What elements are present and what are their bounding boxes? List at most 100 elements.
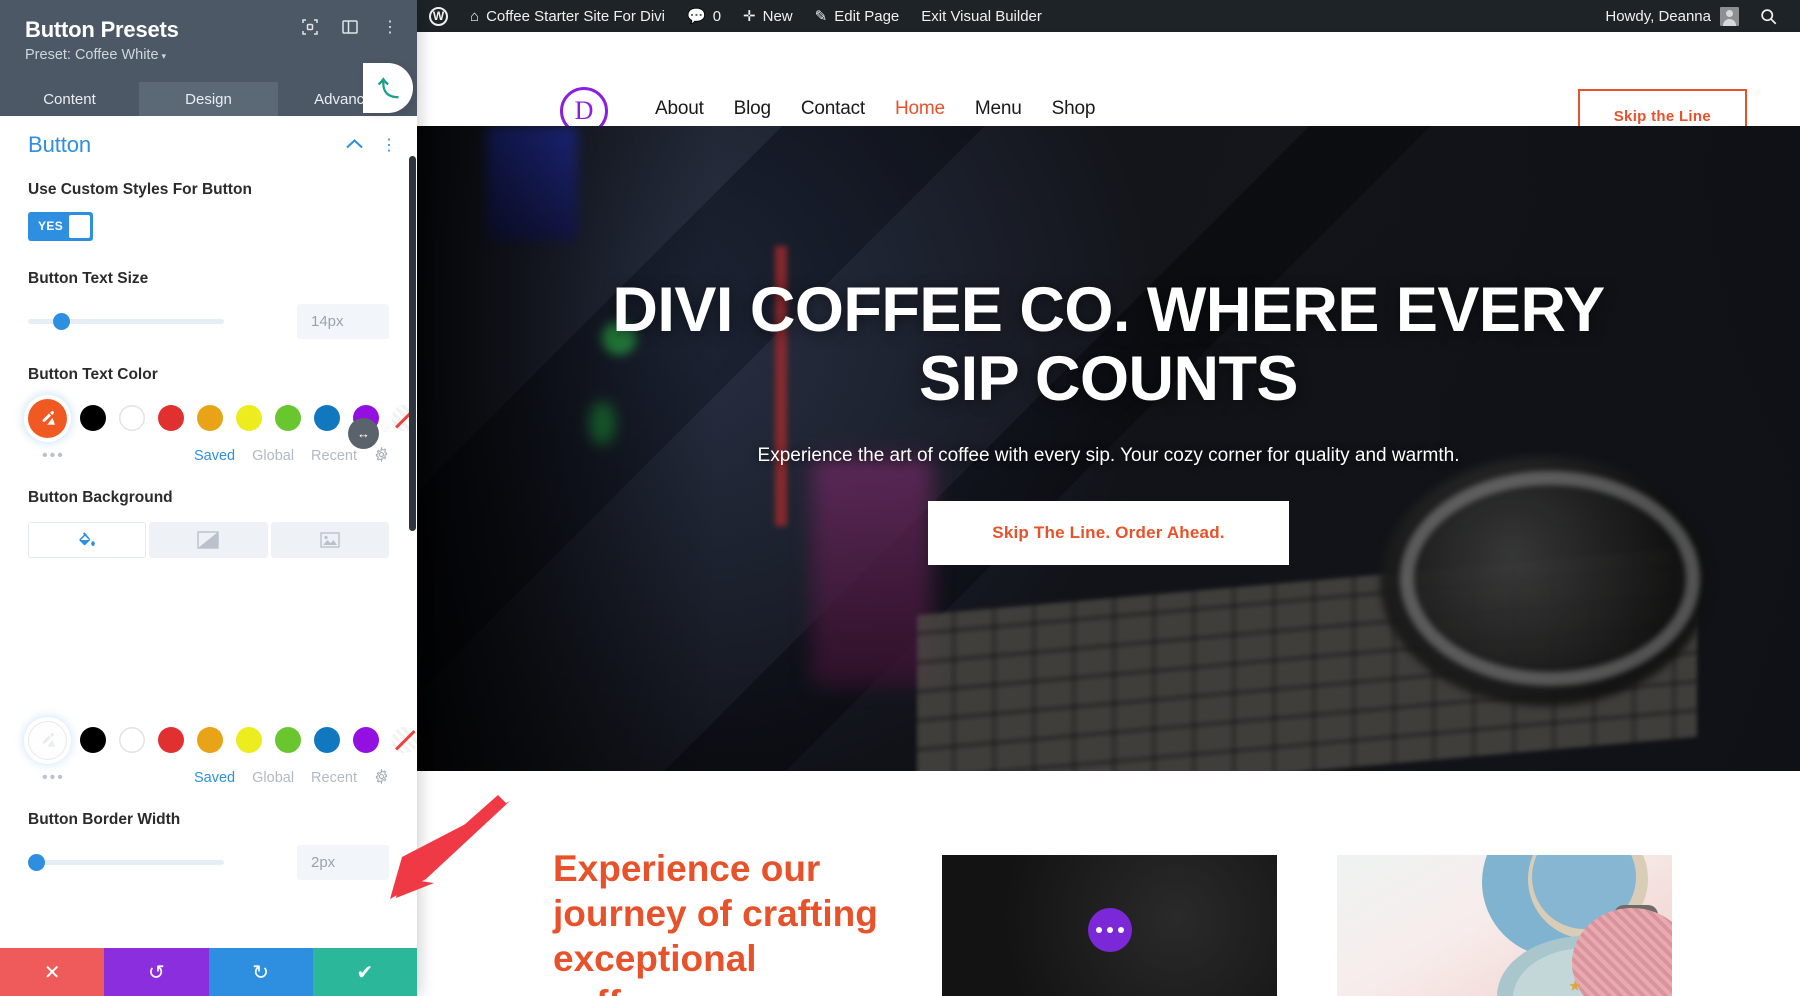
swatch-tab-global[interactable]: Global xyxy=(252,448,294,464)
wordpress-logo-icon: W xyxy=(429,6,448,26)
chevron-down-icon: ▾ xyxy=(161,51,167,61)
swatch-tab-recent[interactable]: Recent xyxy=(311,448,357,464)
panel-scrollbar-thumb[interactable] xyxy=(409,156,416,531)
new-content-menu[interactable]: ✛ New xyxy=(732,0,804,32)
nav-item-contact[interactable]: Contact xyxy=(786,94,880,124)
divi-builder-toggle[interactable]: ⤴ xyxy=(363,63,413,113)
slider-knob[interactable] xyxy=(28,853,45,871)
hero-heading: DIVI COFFEE CO. WHERE EVERY SIP COUNTS xyxy=(612,275,1605,415)
swatch-blue[interactable] xyxy=(314,405,340,432)
swatch-green[interactable] xyxy=(275,727,301,754)
journey-heading: Experience our journey of crafting excep… xyxy=(553,848,878,996)
swatch-tab-saved[interactable]: Saved xyxy=(194,448,235,464)
tab-content[interactable]: Content xyxy=(0,82,139,116)
preset-selector[interactable]: Preset: Coffee White ▾ xyxy=(25,47,166,63)
swatch-tab-global[interactable]: Global xyxy=(252,770,294,786)
hero-section: DIVI COFFEE CO. WHERE EVERY SIP COUNTS E… xyxy=(417,126,1800,771)
nav-item-shop[interactable]: Shop xyxy=(1037,94,1111,124)
button-section-header: Button ⋮ xyxy=(0,116,417,158)
tab-design[interactable]: Design xyxy=(139,82,278,116)
color-picker-icon[interactable] xyxy=(28,398,67,438)
swatch-orange[interactable] xyxy=(197,405,223,432)
toggle-knob xyxy=(69,214,90,238)
screen: W ⌂ Coffee Starter Site For Divi 💬 0 ✛ N… xyxy=(0,0,1800,996)
wp-logo-menu[interactable]: W xyxy=(418,0,459,32)
search-icon[interactable] xyxy=(1749,8,1788,25)
new-label: New xyxy=(762,7,793,25)
panel-resize-handle[interactable]: ↔ xyxy=(348,418,379,449)
field-button-text-color: Button Text Color ••• Saved Global Recen… xyxy=(0,365,417,466)
text-size-value-input[interactable]: 14px xyxy=(297,303,389,339)
field-label: Button Text Size xyxy=(28,269,149,287)
gradient-tab[interactable] xyxy=(149,521,268,558)
nav-item-about[interactable]: About xyxy=(640,94,719,124)
hero-cta-button[interactable]: Skip The Line. Order Ahead. xyxy=(928,500,1289,565)
swatch-more-icon[interactable]: ••• xyxy=(28,769,65,787)
nav-item-menu[interactable]: Menu xyxy=(960,94,1037,124)
discard-button[interactable]: ✕ xyxy=(0,948,105,996)
panel-body: Button ⋮ Use Custom Styles For Button YE… xyxy=(0,116,417,946)
swatch-white[interactable] xyxy=(119,405,145,432)
border-color-swatches xyxy=(28,720,417,760)
loading-dots-icon[interactable] xyxy=(1087,908,1132,952)
color-picker-icon[interactable] xyxy=(28,720,67,760)
swatch-red[interactable] xyxy=(158,727,184,754)
layout-columns-icon[interactable] xyxy=(341,18,359,36)
comment-bubble-icon: 💬 xyxy=(687,8,706,25)
video-card[interactable] xyxy=(942,855,1277,996)
undo-button[interactable]: ↺ xyxy=(104,948,209,996)
edit-page-menu[interactable]: ✎ Edit Page xyxy=(804,0,911,32)
swatch-black[interactable] xyxy=(80,405,106,432)
field-button-border-width: Button Border Width 2px xyxy=(0,810,417,880)
nav-item-home[interactable]: Home xyxy=(880,94,960,124)
swatch-yellow[interactable] xyxy=(236,405,262,432)
field-label: Button Border Width xyxy=(28,810,181,828)
swatch-more-icon[interactable]: ••• xyxy=(28,447,65,465)
toggle-value: YES xyxy=(38,219,64,234)
color-fill-tab[interactable] xyxy=(28,521,147,558)
plus-icon: ✛ xyxy=(743,8,756,25)
slider-knob[interactable] xyxy=(53,312,70,330)
exit-visual-builder-menu[interactable]: Exit Visual Builder xyxy=(910,0,1053,32)
section-title: Button xyxy=(28,132,92,157)
nav-item-blog[interactable]: Blog xyxy=(719,94,786,124)
field-label: Button Background xyxy=(28,488,173,506)
dashboard-icon: ⌂ xyxy=(470,7,480,25)
swatch-black[interactable] xyxy=(80,727,106,754)
chevron-up-icon[interactable] xyxy=(346,136,363,154)
swatch-tab-recent[interactable]: Recent xyxy=(311,770,357,786)
primary-navigation: About Blog Contact Home Menu Shop xyxy=(640,94,1110,124)
swatch-blue[interactable] xyxy=(314,727,340,754)
account-menu[interactable]: Howdy, Deanna xyxy=(1595,6,1749,26)
site-name-menu[interactable]: ⌂ Coffee Starter Site For Divi xyxy=(459,0,676,32)
focus-icon[interactable] xyxy=(301,18,319,36)
text-size-slider[interactable] xyxy=(28,312,224,330)
swatch-orange[interactable] xyxy=(197,727,223,754)
swatch-green[interactable] xyxy=(275,405,301,432)
panel-action-bar: ✕ ↺ ↻ ✔ xyxy=(0,948,417,996)
section-more-icon[interactable]: ⋮ xyxy=(381,135,397,155)
swatch-yellow[interactable] xyxy=(236,727,262,754)
panel-header: Button Presets Preset: Coffee White ▾ ⋮ xyxy=(0,0,417,82)
more-vertical-icon[interactable]: ⋮ xyxy=(381,18,399,36)
custom-styles-toggle[interactable]: YES xyxy=(28,211,93,241)
howdy-label: Howdy, Deanna xyxy=(1605,7,1711,25)
redo-button[interactable]: ↻ xyxy=(208,948,313,996)
text-color-swatches xyxy=(28,398,417,438)
background-type-tabs xyxy=(28,521,389,558)
preset-label: Preset: Coffee White xyxy=(25,47,159,63)
pencil-icon: ✎ xyxy=(814,8,828,25)
field-button-background: Button Background xyxy=(0,488,417,558)
swatch-white[interactable] xyxy=(119,727,145,754)
swatch-purple[interactable] xyxy=(353,727,379,754)
gear-icon[interactable] xyxy=(374,767,389,788)
border-width-slider[interactable] xyxy=(28,853,224,871)
save-button[interactable]: ✔ xyxy=(312,948,417,996)
panel-title: Button Presets xyxy=(25,17,179,42)
gear-icon[interactable] xyxy=(374,445,389,466)
swatch-red[interactable] xyxy=(158,405,184,432)
hero-subheading: Experience the art of coffee with every … xyxy=(757,444,1460,466)
swatch-tab-saved[interactable]: Saved xyxy=(194,770,235,786)
comments-menu[interactable]: 💬 0 xyxy=(676,0,732,32)
image-tab[interactable] xyxy=(270,521,389,558)
